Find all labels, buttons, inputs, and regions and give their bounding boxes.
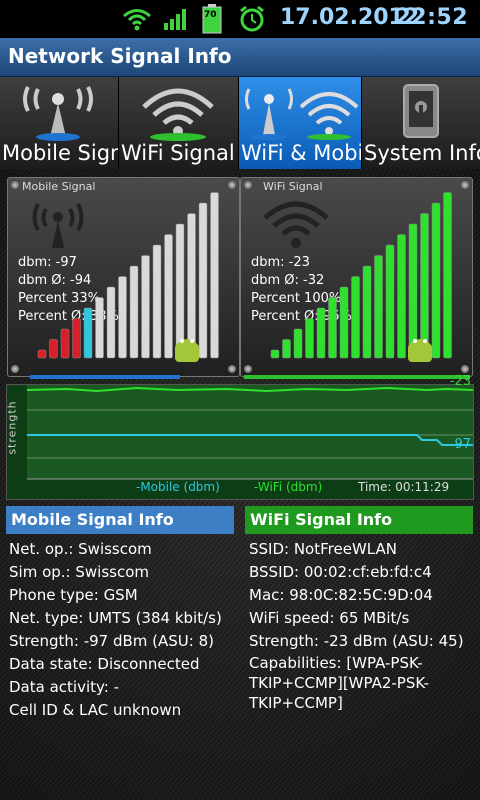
- list-item: Phone type: GSM: [9, 586, 138, 604]
- list-item: BSSID: 00:02:cf:eb:fd:c4: [249, 563, 432, 581]
- mobile-info-title: Mobile Signal Info: [11, 510, 174, 529]
- wifi-signal-panel: WiFi Signal dbm: -23 dbm Ø: -32 Percent …: [240, 177, 473, 377]
- list-item: Net. type: UMTS (384 kbit/s): [9, 609, 222, 627]
- signal-bar: [362, 265, 372, 359]
- tab-system-info[interactable]: System Info: [362, 77, 480, 169]
- signal-bar: [95, 297, 104, 359]
- list-item: Cell ID & LAC unknown: [9, 701, 182, 719]
- list-item: Data activity: -: [9, 678, 120, 696]
- signal-bar: [351, 276, 360, 359]
- signal-bar: [49, 339, 58, 359]
- list-item: Data state: Disconnected: [9, 655, 200, 673]
- screw-icon: [11, 365, 19, 373]
- mobile-level-bar: [30, 375, 180, 379]
- list-item: TKIP+CCMP]: [249, 694, 343, 712]
- signal-bar: [270, 349, 280, 359]
- tab-label: System Info: [364, 141, 480, 165]
- legend-mobile: -Mobile (dbm): [136, 480, 220, 494]
- wifi-and-mobile-icon: [245, 88, 359, 140]
- tab-wifi-and-mobile[interactable]: WiFi & Mobile: [239, 77, 362, 169]
- tab-mobile-signal[interactable]: Mobile Signal: [0, 77, 119, 169]
- screw-icon: [11, 181, 19, 189]
- cell-signal-icon: [162, 7, 188, 35]
- wifi-signal-icon: [142, 88, 214, 141]
- signal-bar: [293, 328, 303, 359]
- android-icon: [175, 339, 199, 362]
- signal-bar: [72, 318, 81, 359]
- tab-bar: Mobile Signal WiFi Signal WiFi & Mobile: [0, 77, 480, 169]
- signal-bar: [374, 255, 383, 359]
- list-item: Net. op.: Swisscom: [9, 540, 152, 558]
- signal-bar: [37, 349, 47, 359]
- list-item: SSID: NotFreeWLAN: [249, 540, 397, 558]
- legend-wifi: -WiFi (dbm): [254, 480, 323, 494]
- list-item: Capabilities: [WPA-PSK-: [249, 654, 423, 672]
- list-item: Mac: 98:0C:82:5C:9D:04: [249, 586, 433, 604]
- app-title: Network Signal Info: [8, 44, 232, 68]
- tab-label: WiFi & Mobile: [241, 141, 361, 165]
- signal-bar: [385, 244, 395, 359]
- list-item: Strength: -97 dBm (ASU: 8): [9, 632, 214, 650]
- graph-elapsed-time: Time: 00:11:29: [358, 480, 450, 494]
- list-item: WiFi speed: 65 MBit/s: [249, 609, 410, 627]
- antenna-icon: [23, 86, 93, 141]
- app-title-bar: Network Signal Info: [0, 38, 480, 77]
- screw-icon: [244, 365, 252, 373]
- signal-bar: [210, 192, 219, 359]
- graph-mobile-value: -97: [449, 437, 471, 452]
- battery-level: 70: [204, 10, 217, 20]
- signal-bar: [316, 307, 326, 359]
- signal-bar: [339, 286, 349, 359]
- graph-y-label: strength: [5, 400, 19, 455]
- phone-icon: [403, 84, 439, 138]
- wifi-icon: [122, 7, 152, 35]
- battery-icon: 70: [202, 4, 222, 38]
- tab-label: Mobile Signal: [2, 141, 118, 165]
- signal-bar: [282, 339, 291, 359]
- screw-icon: [244, 181, 252, 189]
- signal-bar: [60, 328, 70, 359]
- signal-bar: [305, 318, 314, 359]
- signal-bar: [443, 192, 452, 359]
- signal-bar: [83, 307, 93, 359]
- android-icon: [408, 339, 432, 362]
- signal-bar: [106, 286, 116, 359]
- list-item: Sim op.: Swisscom: [9, 563, 149, 581]
- tab-label: WiFi Signal: [121, 141, 235, 165]
- wifi-info-header: WiFi Signal Info: [245, 506, 473, 534]
- signal-bar: [141, 255, 150, 359]
- mobile-info-list: Net. op.: Swisscom Sim op.: Swisscom Pho…: [9, 538, 222, 722]
- wifi-info-list: SSID: NotFreeWLAN BSSID: 00:02:cf:eb:fd:…: [249, 538, 464, 713]
- wifi-info-title: WiFi Signal Info: [250, 510, 393, 529]
- mobile-info-header: Mobile Signal Info: [6, 506, 234, 534]
- signal-bar: [129, 265, 139, 359]
- signal-bar: [328, 297, 337, 359]
- wifi-level-bar: [244, 375, 470, 379]
- graph-wifi-value: -23: [449, 374, 471, 389]
- status-time: 22:52: [395, 5, 468, 30]
- signal-bar: [152, 244, 162, 359]
- signal-bar: [118, 276, 127, 359]
- status-bar: 70 17.02.2012 22:52: [0, 0, 480, 38]
- list-item: Strength: -23 dBm (ASU: 45): [249, 632, 464, 650]
- alarm-clock-icon: [238, 5, 266, 37]
- list-item: TKIP+CCMP][WPA2-PSK-: [249, 674, 430, 692]
- tab-wifi-signal[interactable]: WiFi Signal: [119, 77, 239, 169]
- mobile-signal-panel: Mobile Signal dbm: -97 dbm Ø: -94 Percen…: [7, 177, 240, 377]
